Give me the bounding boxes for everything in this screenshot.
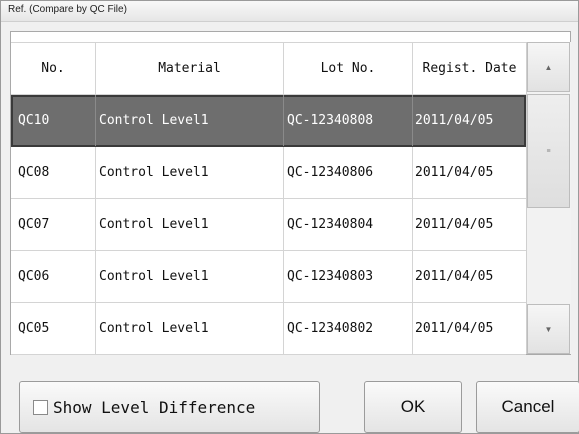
- checkbox-icon[interactable]: [33, 400, 48, 415]
- header-lot-no[interactable]: Lot No.: [284, 43, 413, 94]
- scroll-thumb[interactable]: ≡: [527, 94, 570, 208]
- scroll-up-button[interactable]: ▲: [527, 42, 570, 92]
- header-no[interactable]: No.: [11, 43, 96, 94]
- cell-no: QC10: [11, 95, 96, 146]
- cell-lot-no: QC-12340806: [284, 147, 413, 198]
- show-level-difference-toggle[interactable]: Show Level Difference: [19, 381, 320, 433]
- cell-lot-no: QC-12340803: [284, 251, 413, 302]
- cell-no: QC06: [11, 251, 96, 302]
- table-row[interactable]: QC10 Control Level1 QC-12340808 2011/04/…: [11, 95, 526, 147]
- cell-regist-date: 2011/04/05: [415, 321, 494, 336]
- window-title: Ref. (Compare by QC File): [8, 4, 127, 15]
- arrow-up-icon: ▲: [544, 62, 553, 72]
- arrow-down-icon: ▼: [544, 324, 553, 334]
- cell-regist-date: 2011/04/05: [415, 217, 494, 232]
- table-row[interactable]: QC06 Control Level1 QC-12340803 2011/04/…: [11, 251, 526, 303]
- cell-no: QC05: [11, 303, 96, 354]
- table-row[interactable]: QC08 Control Level1 QC-12340806 2011/04/…: [11, 147, 526, 199]
- show-level-difference-label: Show Level Difference: [53, 398, 256, 417]
- cell-material: Control Level1: [96, 199, 284, 250]
- cell-no: QC08: [11, 147, 96, 198]
- header-material[interactable]: Material: [96, 43, 284, 94]
- cell-lot-no: QC-12340804: [284, 199, 413, 250]
- cell-regist-date: 2011/04/05: [415, 113, 494, 128]
- cell-lot-no: QC-12340808: [284, 95, 413, 146]
- table-header-row: No. Material Lot No. Regist. Date: [11, 42, 526, 95]
- qc-reference-dialog: Ref. (Compare by QC File) No. Material L…: [0, 0, 579, 434]
- cell-lot-no: QC-12340802: [284, 303, 413, 354]
- ok-button[interactable]: OK: [364, 381, 462, 433]
- vertical-scrollbar[interactable]: ▲ ≡ ▼: [526, 42, 571, 354]
- cell-material: Control Level1: [96, 251, 284, 302]
- cell-regist-date: 2011/04/05: [415, 165, 494, 180]
- table-row[interactable]: QC07 Control Level1 QC-12340804 2011/04/…: [11, 199, 526, 251]
- title-bar: Ref. (Compare by QC File): [1, 1, 578, 22]
- table-row[interactable]: QC05 Control Level1 QC-12340802 2011/04/…: [11, 303, 526, 355]
- qc-file-table: No. Material Lot No. Regist. Date QC10 C…: [10, 31, 571, 355]
- cell-material: Control Level1: [96, 147, 284, 198]
- cancel-button[interactable]: Cancel: [476, 381, 579, 433]
- scroll-down-button[interactable]: ▼: [527, 304, 570, 354]
- cell-material: Control Level1: [96, 303, 284, 354]
- grip-icon: ≡: [546, 147, 551, 155]
- header-regist-date[interactable]: Regist. Date: [413, 43, 526, 94]
- cell-material: Control Level1: [96, 95, 284, 146]
- cell-regist-date: 2011/04/05: [415, 269, 494, 284]
- cell-no: QC07: [11, 199, 96, 250]
